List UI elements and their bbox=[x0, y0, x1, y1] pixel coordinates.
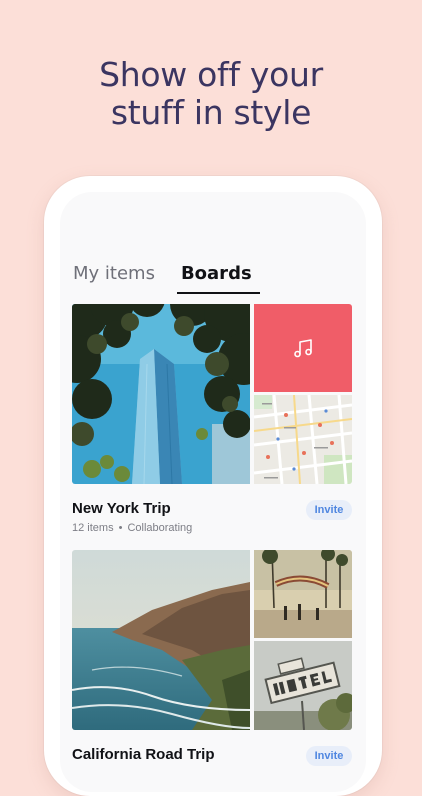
separator-dot: • bbox=[118, 522, 123, 534]
board-subtitle: 12 items • Collaborating bbox=[72, 522, 192, 534]
board-title: New York Trip bbox=[72, 500, 171, 517]
board-meta: California Road Trip Invite bbox=[72, 746, 352, 790]
board-item-count: 12 items bbox=[72, 522, 114, 534]
invite-button[interactable]: Invite bbox=[306, 746, 352, 766]
invite-button[interactable]: Invite bbox=[306, 500, 352, 520]
music-tile[interactable] bbox=[254, 304, 352, 392]
headline-line-1: Show off your bbox=[99, 55, 323, 94]
music-note-icon bbox=[294, 339, 312, 358]
motel-sign-photo[interactable] bbox=[254, 641, 352, 730]
headline: Show off your stuff in style bbox=[0, 56, 422, 132]
skyscraper-photo[interactable] bbox=[72, 304, 250, 484]
headline-line-2: stuff in style bbox=[110, 93, 312, 132]
board-card-california[interactable]: California Road Trip Invite bbox=[72, 550, 352, 790]
phone-screen: My items Boards New York Trip 12 items •… bbox=[60, 192, 366, 792]
phone-frame: My items Boards New York Trip 12 items •… bbox=[44, 176, 382, 796]
board-thumbnail-grid[interactable] bbox=[72, 550, 352, 730]
coastline-photo[interactable] bbox=[72, 550, 250, 730]
board-title: California Road Trip bbox=[72, 746, 215, 763]
board-thumbnail-grid[interactable] bbox=[72, 304, 352, 484]
tab-my-items[interactable]: My items bbox=[73, 263, 159, 290]
tab-boards[interactable]: Boards bbox=[176, 263, 260, 294]
boardwalk-photo[interactable] bbox=[254, 550, 352, 638]
board-status: Collaborating bbox=[127, 522, 193, 534]
board-meta: New York Trip 12 items • Collaborating Inv… bbox=[72, 500, 352, 544]
board-card-new-york[interactable]: New York Trip 12 items • Collaborating Inv… bbox=[72, 304, 352, 544]
map-thumbnail[interactable] bbox=[254, 395, 352, 484]
tab-bar: My items Boards bbox=[73, 250, 278, 294]
